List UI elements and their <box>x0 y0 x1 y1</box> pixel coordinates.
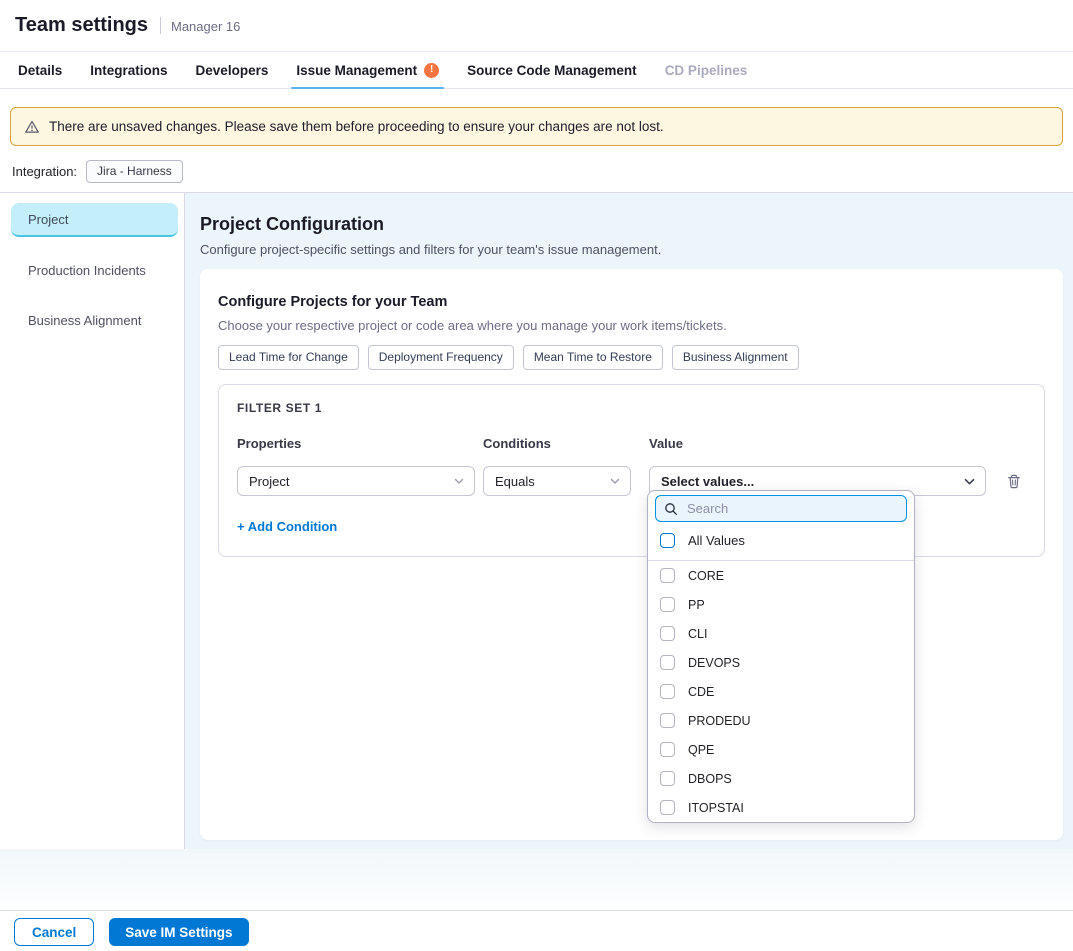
all-values-label: All Values <box>688 533 745 548</box>
option-itopstai[interactable]: ITOPSTAI <box>648 793 914 822</box>
sidebar-item-production-incidents[interactable]: Production Incidents <box>11 253 178 287</box>
search-box[interactable] <box>655 495 907 522</box>
footer-actions: Cancel Save IM Settings <box>0 910 1073 951</box>
unsaved-alert-badge: ! <box>424 63 439 78</box>
tab-details[interactable]: Details <box>18 52 62 88</box>
option-dbops[interactable]: DBOPS <box>648 764 914 793</box>
save-im-settings-button[interactable]: Save IM Settings <box>109 918 248 946</box>
option-qpe[interactable]: QPE <box>648 735 914 764</box>
unsaved-changes-banner: There are unsaved changes. Please save t… <box>10 107 1063 146</box>
option-devops[interactable]: DEVOPS <box>648 648 914 677</box>
configure-projects-card: Configure Projects for your Team Choose … <box>200 269 1063 840</box>
option-pp[interactable]: PP <box>648 590 914 619</box>
section-title: Project Configuration <box>200 214 1063 235</box>
checkbox[interactable] <box>660 568 675 583</box>
page-title: Team settings <box>15 14 148 37</box>
filter-set-1: FILTER SET 1 Properties Conditions Value… <box>218 384 1045 557</box>
sidebar-item-business-alignment[interactable]: Business Alignment <box>11 303 178 337</box>
bottom-gradient-band <box>0 849 1073 910</box>
delete-condition-button[interactable] <box>1004 471 1024 492</box>
integration-row: Integration: Jira - Harness <box>0 146 1073 192</box>
checkbox[interactable] <box>660 800 675 815</box>
search-input[interactable] <box>685 500 898 517</box>
metric-chip-lead-time-for-change[interactable]: Lead Time for Change <box>218 345 359 370</box>
tab-issue-management[interactable]: Issue Management ! <box>296 52 439 88</box>
checkbox[interactable] <box>660 771 675 786</box>
title-separator <box>160 17 161 34</box>
project-options-list: CORE PP CLI DEVOPS CDE PRODEDU QPE DBOPS… <box>648 561 914 823</box>
project-configuration-pane: Project Configuration Configure project-… <box>185 193 1073 849</box>
chevron-down-icon <box>453 475 465 487</box>
integration-chip[interactable]: Jira - Harness <box>86 160 183 183</box>
checkbox[interactable] <box>660 713 675 728</box>
option-cde[interactable]: CDE <box>648 677 914 706</box>
chevron-down-icon <box>963 475 976 488</box>
config-sidebar: Project Production Incidents Business Al… <box>0 193 185 849</box>
banner-text: There are unsaved changes. Please save t… <box>49 119 664 134</box>
filter-set-title: FILTER SET 1 <box>237 401 1026 415</box>
option-core[interactable]: CORE <box>648 561 914 590</box>
value-column-label: Value <box>649 436 986 451</box>
card-subtitle: Choose your respective project or code a… <box>218 318 1045 333</box>
properties-select[interactable]: Project <box>237 466 475 496</box>
filter-column-labels: Properties Conditions Value <box>237 436 1026 451</box>
trash-icon <box>1006 473 1022 490</box>
checkbox[interactable] <box>660 655 675 670</box>
team-settings-page: Team settings Manager 16 Details Integra… <box>0 0 1073 951</box>
settings-tabbar: Details Integrations Developers Issue Ma… <box>0 52 1073 89</box>
chevron-down-icon <box>609 475 621 487</box>
tab-source-code-management[interactable]: Source Code Management <box>467 52 637 88</box>
option-prodedu[interactable]: PRODEDU <box>648 706 914 735</box>
team-name: Manager 16 <box>171 17 240 34</box>
add-condition-button[interactable]: + Add Condition <box>237 519 337 534</box>
integration-label: Integration: <box>12 164 77 179</box>
tab-developers[interactable]: Developers <box>196 52 269 88</box>
search-icon <box>664 502 678 516</box>
conditions-select[interactable]: Equals <box>483 466 631 496</box>
option-pipe[interactable]: PIPE <box>648 822 914 823</box>
checkbox[interactable] <box>660 597 675 612</box>
warning-icon <box>24 119 40 135</box>
metric-chips: Lead Time for Change Deployment Frequenc… <box>218 345 1045 370</box>
option-cli[interactable]: CLI <box>648 619 914 648</box>
option-all-values[interactable]: All Values <box>648 522 914 561</box>
sidebar-item-project[interactable]: Project <box>11 203 178 237</box>
properties-column-label: Properties <box>237 436 483 451</box>
banner-row: There are unsaved changes. Please save t… <box>0 89 1073 146</box>
metric-chip-deployment-frequency[interactable]: Deployment Frequency <box>368 345 514 370</box>
section-subtitle: Configure project-specific settings and … <box>200 242 1063 257</box>
value-dropdown-panel: All Values CORE PP CLI DEVOPS CDE PRODED… <box>647 490 915 823</box>
metric-chip-mean-time-to-restore[interactable]: Mean Time to Restore <box>523 345 663 370</box>
conditions-column-label: Conditions <box>483 436 649 451</box>
all-values-checkbox[interactable] <box>660 533 675 548</box>
checkbox[interactable] <box>660 626 675 641</box>
tab-cd-pipelines: CD Pipelines <box>665 52 748 88</box>
page-header: Team settings Manager 16 <box>0 0 1073 52</box>
checkbox[interactable] <box>660 684 675 699</box>
tab-integrations[interactable]: Integrations <box>90 52 167 88</box>
cancel-button[interactable]: Cancel <box>14 918 94 946</box>
card-title: Configure Projects for your Team <box>218 294 1045 310</box>
metric-chip-business-alignment[interactable]: Business Alignment <box>672 345 799 370</box>
checkbox[interactable] <box>660 742 675 757</box>
